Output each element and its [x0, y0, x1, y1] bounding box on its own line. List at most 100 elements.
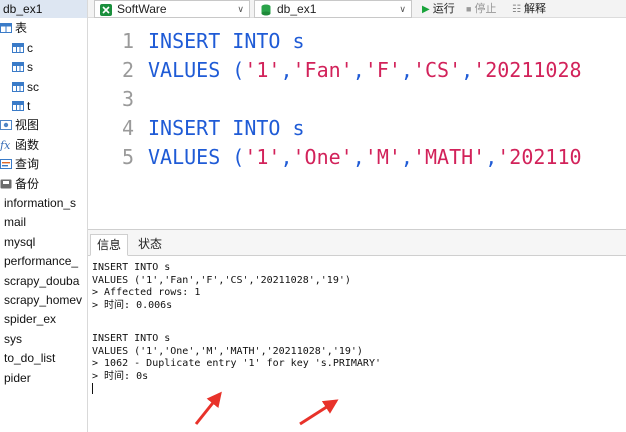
explain-button[interactable]: ☷ 解释: [512, 0, 546, 18]
table-folder-icon: [0, 23, 12, 34]
sql-text: (: [220, 145, 245, 169]
line-number: 2: [121, 58, 134, 82]
line-number: 3: [121, 87, 134, 111]
sql-string: '202110: [497, 145, 582, 169]
tree-item-t[interactable]: t: [0, 97, 30, 115]
sql-text: s: [280, 116, 305, 140]
view-icon: [0, 120, 12, 131]
run-button[interactable]: ▶ 运行: [422, 0, 455, 18]
tree-item-scrapy-douba[interactable]: scrapy_douba: [0, 272, 79, 290]
tree-item--[interactable]: 视图: [0, 116, 39, 134]
log-line: INSERT INTO s: [92, 262, 171, 273]
tree-item-to-do-list[interactable]: to_do_list: [0, 349, 55, 367]
sql-editor[interactable]: 1 INSERT INTO s 2 VALUES ('1','Fan','F','CS…: [88, 19, 626, 228]
table-icon: [12, 101, 24, 111]
run-button-label: 运行: [432, 3, 455, 15]
sql-string: 'One': [292, 145, 353, 169]
sql-keyword: VALUES: [148, 145, 221, 169]
log-line: INSERT INTO s: [92, 333, 171, 344]
play-icon: ▶: [422, 4, 430, 15]
sql-string: '20211028: [473, 58, 582, 82]
tree-item-information-s[interactable]: information_s: [0, 194, 76, 212]
tab-status[interactable]: 状态: [132, 234, 168, 256]
tree-item--[interactable]: 表: [0, 19, 27, 37]
code-line: 2 VALUES ('1','Fan','F','CS','20211028: [88, 56, 582, 84]
sql-text: ,: [400, 145, 413, 169]
sql-keyword: INSERT INTO: [148, 116, 281, 140]
log-line: VALUES ('1','One','M','MATH','20211028',…: [92, 345, 363, 357]
text-caret: [92, 383, 622, 396]
tree-item--[interactable]: fx 函数: [0, 136, 39, 154]
sql-string: 'CS': [412, 58, 462, 82]
stop-icon: ■: [466, 4, 472, 14]
sql-text: ,: [485, 145, 498, 169]
tree-item-label: t: [27, 99, 31, 113]
explain-button-label: 解释: [524, 3, 547, 15]
sql-text: ,: [400, 58, 413, 82]
sql-text: ,: [280, 58, 293, 82]
tree-item-sc[interactable]: sc: [0, 78, 39, 96]
tree-item-label: db_ex1: [3, 2, 43, 16]
tree-item-scrapy-homev[interactable]: scrapy_homev: [0, 291, 82, 309]
tree-item-label: 视图: [15, 118, 40, 133]
stop-button[interactable]: ■ 停止: [466, 0, 497, 18]
explain-icon: ☷: [512, 4, 521, 15]
chevron-down-icon: ∨: [399, 4, 406, 14]
tab-message[interactable]: 信息: [90, 234, 129, 256]
tree-item-label: c: [27, 40, 33, 55]
table-icon: [12, 81, 24, 92]
tree-item-label: spider_ex: [4, 312, 57, 327]
sql-text: ,: [352, 58, 365, 82]
tree-item-db-ex1[interactable]: db_ex1: [0, 0, 87, 18]
backup-icon: [0, 179, 12, 189]
tree-item-c[interactable]: c: [0, 39, 33, 57]
tree-item-s[interactable]: s: [0, 58, 33, 76]
sql-text: ,: [352, 145, 365, 169]
sql-string: 'MATH': [412, 145, 486, 169]
object-tree: db_ex1 表 c s sc t 视图 fx 函数查询备份 information_smail m…: [0, 0, 88, 432]
chevron-down-icon: ∨: [237, 4, 244, 14]
svg-text:fx: fx: [0, 139, 11, 151]
code-line: 1 INSERT INTO s: [88, 27, 305, 55]
log-line: > 1062 - Duplicate entry '1' for key 's.…: [92, 358, 381, 369]
result-tabs: 信息 状态: [88, 230, 626, 256]
log-spacer: [92, 312, 622, 333]
tree-item--[interactable]: 查询: [0, 155, 39, 173]
tree-item-label: to_do_list: [4, 351, 56, 366]
tree-item-mail[interactable]: mail: [0, 213, 26, 231]
query-icon: [0, 159, 12, 170]
tree-item-mysql[interactable]: mysql: [0, 233, 35, 251]
tree-item-spider-ex[interactable]: spider_ex: [0, 310, 56, 328]
sql-text: ,: [280, 145, 293, 169]
connection-select[interactable]: SoftWare ∨: [94, 0, 250, 18]
database-select[interactable]: db_ex1 ∨: [254, 0, 412, 18]
caret-bar: [92, 383, 93, 394]
tree-item-label: scrapy_douba: [4, 273, 80, 288]
tree-item-label: 表: [15, 21, 28, 36]
table-icon: [12, 42, 24, 53]
tree-item-performance-[interactable]: performance_: [0, 252, 78, 270]
tree-item-label: 函数: [15, 137, 40, 152]
tree-item-label: sc: [27, 79, 39, 94]
line-number: 1: [121, 29, 134, 53]
query-toolbar: SoftWare ∨ db_ex1 ∨ ▶ 运行 ■ 停止 ☷ 解释: [88, 0, 626, 18]
tree-item--[interactable]: 备份: [0, 175, 39, 193]
log-line: > 时间: 0.006s: [92, 299, 173, 311]
tree-item-label: mysql: [4, 234, 36, 249]
sql-string: '1': [244, 145, 281, 169]
tree-item-sys[interactable]: sys: [0, 330, 22, 348]
tree-item-label: mail: [4, 215, 27, 230]
log-line: > Affected rows: 1: [92, 287, 201, 298]
message-log[interactable]: INSERT INTO s VALUES ('1','Fan','F','CS',…: [92, 262, 622, 396]
sql-text: (: [220, 58, 245, 82]
database-select-value: db_ex1: [277, 2, 317, 16]
tree-item-label: performance_: [4, 254, 79, 269]
code-line: 3: [88, 85, 148, 113]
tree-item-pider[interactable]: pider: [0, 369, 31, 387]
tree-item-label: sys: [4, 331, 22, 346]
sql-string: 'Fan': [292, 58, 353, 82]
sql-string: '1': [244, 58, 281, 82]
code-line: 4 INSERT INTO s: [88, 114, 305, 142]
sql-text: ,: [461, 58, 474, 82]
sql-text: s: [280, 29, 305, 53]
